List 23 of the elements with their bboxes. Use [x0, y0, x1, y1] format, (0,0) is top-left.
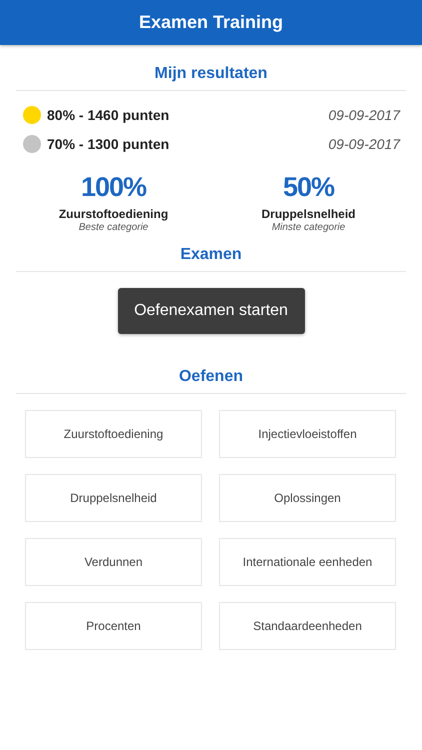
result-date: 09-09-2017 — [328, 106, 400, 122]
practice-category-button[interactable]: Oplossingen — [219, 474, 396, 522]
result-score: 70% - 1300 punten — [47, 136, 170, 152]
practice-category-button[interactable]: Injectievloeistoffen — [219, 410, 396, 458]
section-heading: Examen — [16, 246, 406, 272]
stat-category: Druppelsnelheid — [261, 207, 356, 221]
stat-percentage: 100% — [80, 172, 146, 203]
section-heading: Mijn resultaten — [16, 65, 406, 91]
start-exam-button[interactable]: Oefenexamen starten — [118, 288, 304, 334]
practice-category-button[interactable]: Standaardeenheden — [219, 602, 396, 650]
practice-category-button[interactable]: Verdunnen — [25, 538, 202, 586]
stat-caption: Beste categorie — [78, 222, 148, 233]
practice-category-button[interactable]: Druppelsnelheid — [25, 474, 202, 522]
section-heading: Oefenen — [16, 368, 406, 394]
stat-category: Zuurstoftoediening — [58, 207, 168, 221]
practice-category-button[interactable]: Procenten — [25, 602, 202, 650]
stat-percentage: 50% — [282, 172, 334, 203]
practice-category-button[interactable]: Internationale eenheden — [219, 538, 396, 586]
app-title: Examen Training — [138, 12, 284, 33]
result-date: 09-09-2017 — [328, 136, 400, 152]
stat-caption: Minste categorie — [272, 222, 346, 233]
practice-category-button[interactable]: Zuurstoftoediening — [25, 410, 202, 458]
result-score: 80% - 1460 punten — [47, 106, 170, 122]
